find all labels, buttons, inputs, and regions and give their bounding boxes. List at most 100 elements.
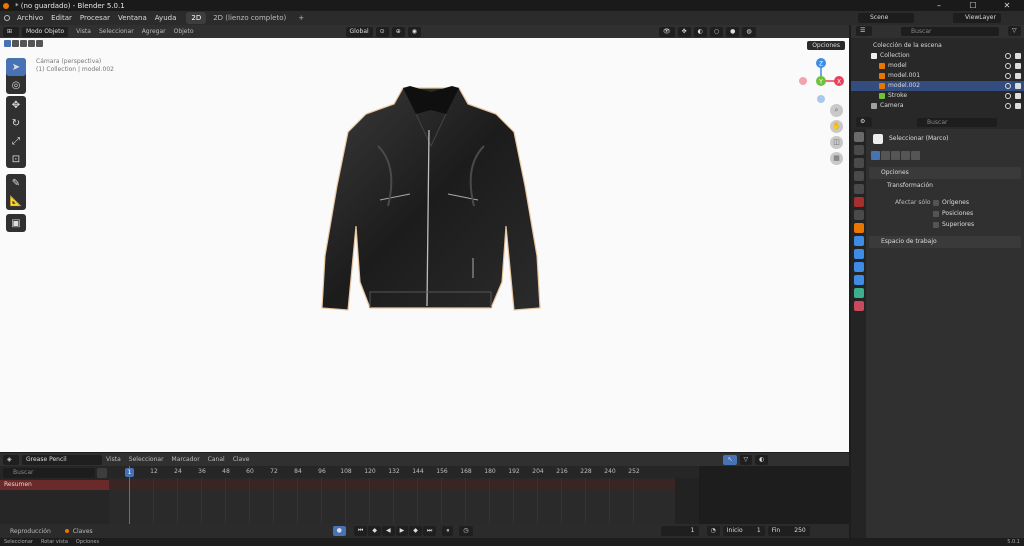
select-subtract-icon[interactable] [20, 40, 27, 47]
editor-type-button[interactable]: ⊞ [3, 26, 19, 37]
move-icon[interactable]: ✥ [6, 96, 26, 114]
menu-procesar[interactable]: Procesar [76, 11, 114, 25]
workspace-tab-2d[interactable]: 2D [186, 12, 207, 24]
mode-new-icon[interactable] [871, 151, 880, 160]
menu-ventana[interactable]: Ventana [114, 11, 151, 25]
tab-tool-icon[interactable] [853, 132, 864, 142]
jump-start-icon[interactable]: ⏮ [353, 526, 368, 536]
view-layer-selector[interactable]: ViewLayer [953, 13, 1001, 23]
menu-objeto[interactable]: Objeto [170, 28, 198, 35]
timeline-editor-type-icon[interactable]: ◈ [3, 454, 19, 465]
gizmo-toggle-icon[interactable]: ✥ [677, 26, 691, 37]
tab-constraints-icon[interactable] [853, 275, 864, 285]
transform-icon[interactable]: ⊡ [6, 150, 26, 168]
checkbox-icon[interactable] [933, 210, 939, 217]
pan-icon[interactable]: ✋ [830, 120, 843, 133]
tab-view-layer-icon[interactable] [853, 171, 864, 181]
annotate-icon[interactable]: ✎ [6, 174, 26, 192]
grid-view-icon[interactable]: ▦ [830, 152, 843, 165]
only-selected-icon[interactable]: ↖ [723, 454, 737, 465]
current-frame-field[interactable]: 1 [660, 526, 699, 536]
zoom-icon[interactable]: ⌕ [830, 104, 843, 117]
tab-world-icon[interactable] [853, 197, 864, 207]
outliner-row-model[interactable]: model [851, 61, 1024, 71]
properties-search-input[interactable]: Buscar [917, 118, 997, 127]
maximize-button[interactable]: ☐ [956, 0, 990, 11]
channel-search-input[interactable]: Buscar [3, 468, 95, 478]
visibility-eye-icon[interactable] [1005, 63, 1011, 69]
outliner-row-collection[interactable]: Collection [851, 51, 1024, 61]
clock-icon[interactable]: ◷ [459, 526, 473, 536]
checkbox-icon[interactable] [933, 199, 939, 206]
outliner-row-camera[interactable]: Camera [851, 101, 1024, 111]
select-box-icon[interactable]: ➤ [6, 58, 26, 76]
minimize-button[interactable]: – [922, 0, 956, 11]
pivot-icon[interactable]: ⊙ [375, 26, 389, 37]
select-invert-icon[interactable] [28, 40, 35, 47]
camera-view-icon[interactable]: ◫ [830, 136, 843, 149]
tab-particles-icon[interactable] [853, 249, 864, 259]
visibility-eye-icon[interactable] [1005, 83, 1011, 89]
mode-subtract-icon[interactable] [891, 151, 900, 160]
tab-physics-icon[interactable] [853, 262, 864, 272]
tab-render-icon[interactable] [853, 145, 864, 155]
tab-collection-icon[interactable] [853, 210, 864, 220]
select-new-icon[interactable] [4, 40, 11, 47]
menu-seleccionar[interactable]: Seleccionar [95, 28, 138, 35]
overlay-icon[interactable]: ◐ [755, 454, 769, 465]
outliner-row-model-001[interactable]: model.001 [851, 71, 1024, 81]
pause-icon[interactable]: ⏸ [442, 526, 454, 536]
timeline-menu-vista[interactable]: Vista [102, 456, 125, 463]
tab-modifiers-icon[interactable] [853, 236, 864, 246]
tab-material-icon[interactable] [853, 301, 864, 311]
snap-icon[interactable]: ⊕ [391, 26, 405, 37]
end-frame-field[interactable]: Fin 250 [767, 526, 810, 536]
tab-object-icon[interactable] [853, 223, 864, 233]
filter-icon[interactable]: ▽ [739, 454, 753, 465]
shading-solid-icon[interactable]: ● [726, 26, 740, 37]
timeline-menu-marcador[interactable]: Marcador [168, 456, 204, 463]
overlay-toggle-icon[interactable]: ◐ [693, 26, 707, 37]
playback-menu[interactable]: Reproducción [6, 528, 55, 535]
measure-icon[interactable]: 📐 [6, 192, 26, 210]
visibility-eye-icon[interactable] [1005, 103, 1011, 109]
menu-agregar[interactable]: Agregar [138, 28, 170, 35]
play-reverse-icon[interactable]: ◀ [381, 526, 395, 536]
timeline-dope-sheet[interactable]: 12 24 36 48 60 72 84 96 108 120 132 144 156 168 180 192… [109, 466, 699, 524]
navigation-gizmo[interactable]: Z X Y [796, 56, 846, 106]
mode-invert-icon[interactable] [901, 151, 910, 160]
render-camera-icon[interactable] [1015, 53, 1021, 59]
mode-extend-icon[interactable] [881, 151, 890, 160]
start-frame-field[interactable]: Inicio 1 [722, 526, 765, 536]
shading-material-icon[interactable]: ◍ [742, 26, 756, 37]
swap-icon[interactable] [97, 468, 107, 478]
add-cube-icon[interactable]: ▣ [6, 214, 26, 232]
workspace-tab-2d-full[interactable]: 2D (lienzo completo) [208, 12, 291, 24]
tab-data-icon[interactable] [853, 288, 864, 298]
mode-selector[interactable]: Modo Objeto [22, 26, 69, 37]
render-camera-icon[interactable] [1015, 103, 1021, 109]
timeline-menu-clave[interactable]: Clave [229, 456, 254, 463]
check-parents[interactable]: Superiores [933, 221, 974, 228]
visibility-eye-icon[interactable] [1005, 53, 1011, 59]
outliner-search-input[interactable]: Buscar [901, 27, 999, 36]
mode-intersect-icon[interactable] [911, 151, 920, 160]
play-icon[interactable]: ▶ [395, 526, 409, 536]
menu-editar[interactable]: Editar [47, 11, 76, 25]
outliner-root[interactable]: Colección de la escena [851, 41, 1024, 51]
grease-pencil-mode-selector[interactable]: Grease Pencil [22, 454, 102, 465]
visibility-eye-icon[interactable] [1005, 73, 1011, 79]
menu-archivo[interactable]: Archivo [13, 11, 47, 25]
menu-ayuda[interactable]: Ayuda [151, 11, 181, 25]
next-key-icon[interactable]: ◆ [409, 526, 422, 536]
proportional-edit-icon[interactable]: ◉ [407, 26, 421, 37]
keys-menu[interactable]: Claves [69, 528, 97, 535]
render-camera-icon[interactable] [1015, 73, 1021, 79]
auto-key-icon[interactable]: ● [332, 526, 346, 536]
panel-workspace[interactable]: Espacio de trabajo [869, 236, 1021, 248]
outliner-row-model-002[interactable]: model.002 [851, 81, 1024, 91]
panel-options[interactable]: Opciones [869, 167, 1021, 179]
visibility-icon[interactable]: 👁 [658, 26, 675, 37]
timeline-menu-canal[interactable]: Canal [204, 456, 229, 463]
shading-wireframe-icon[interactable]: ○ [709, 26, 724, 37]
